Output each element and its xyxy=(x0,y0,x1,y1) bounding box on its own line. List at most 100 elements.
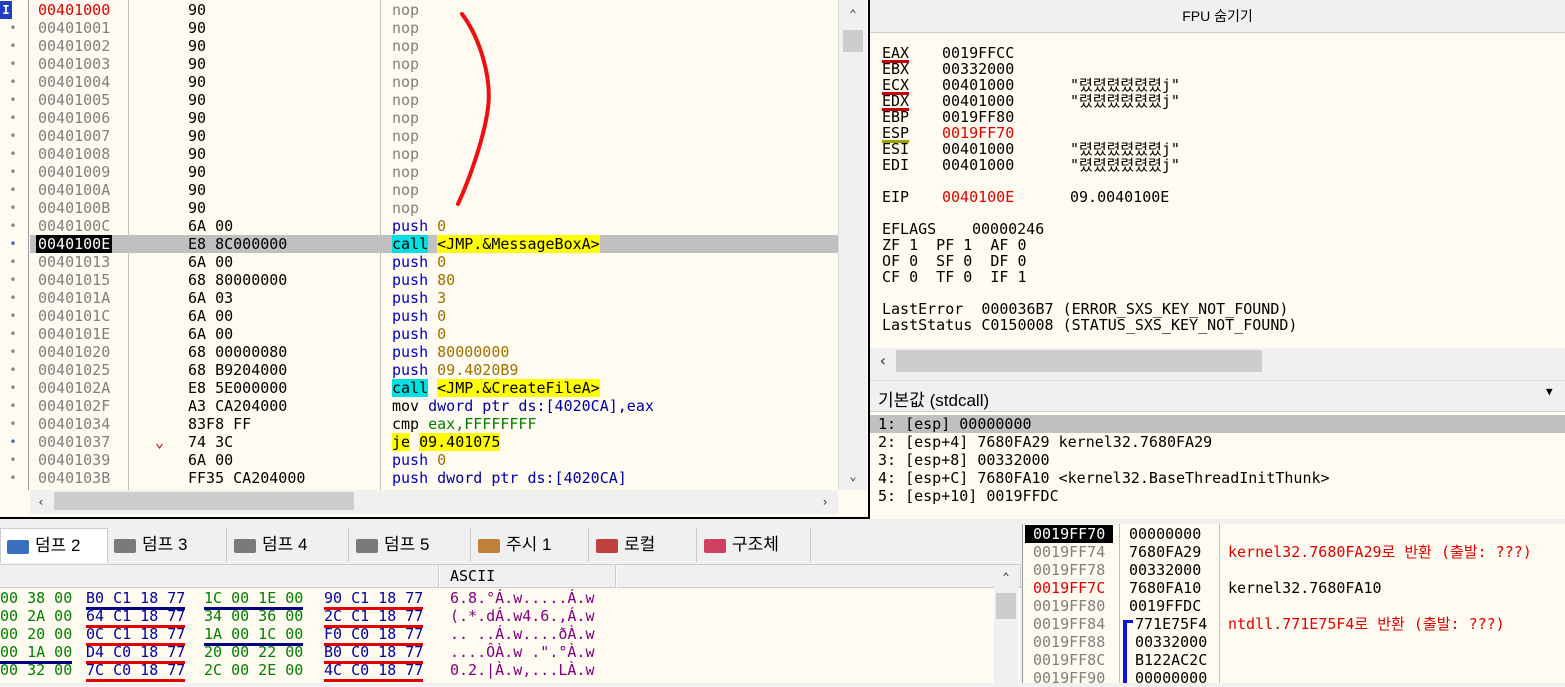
gutter-dot[interactable]: • xyxy=(2,181,24,199)
stack-value[interactable]: 7680FA29 xyxy=(1129,543,1201,561)
gutter-dot[interactable]: • xyxy=(2,109,24,127)
disasm-row[interactable]: 00401039 6A 00 push 0 xyxy=(30,451,838,469)
hscroll-thumb[interactable] xyxy=(54,492,354,510)
hex-bytes-group[interactable]: 00 32 00 xyxy=(0,661,72,679)
disasm-row[interactable]: 00401037 ⌄ 74 3C je 09.401075 xyxy=(30,433,838,451)
stack-row[interactable]: 0019FF90 00000000 xyxy=(1023,669,1565,687)
disasm-horizontal-scrollbar[interactable]: ‹ › xyxy=(30,490,838,514)
register-row-esi[interactable]: ESI 00401000 "렸렸렸렸렸렸j" xyxy=(882,141,1180,157)
disasm-row[interactable]: 00401013 6A 00 push 0 xyxy=(30,253,838,271)
disasm-row[interactable]: 00401034 83F8 FF cmp eax,FFFFFFFF xyxy=(30,415,838,433)
register-row-eax[interactable]: EAX 0019FFCC xyxy=(882,45,1070,61)
fpu-toggle-button[interactable]: FPU 숨기기 xyxy=(870,0,1565,33)
scroll-right-icon[interactable]: › xyxy=(814,492,836,512)
stack-row[interactable]: 0019FF8C B122AC2C xyxy=(1023,651,1565,669)
gutter-dot[interactable]: • xyxy=(2,91,24,109)
disasm-row[interactable]: 0040102A E8 5E000000 call <JMP.&CreateFile… xyxy=(30,379,838,397)
gutter-dot[interactable]: • xyxy=(2,73,24,91)
dump-row[interactable]: 00 38 00 B0 C1 18 77 1C 00 1E 00 90 C1 18 7… xyxy=(0,589,620,610)
ascii-column-header[interactable]: ASCII xyxy=(440,565,616,588)
hex-bytes-group[interactable]: 4C C0 18 77 xyxy=(324,661,424,682)
stack-value[interactable]: 7680FA10 xyxy=(1129,579,1201,597)
ascii-text[interactable]: 6.8.°Á.w.....Á.w xyxy=(450,589,595,607)
flags-row[interactable]: OF 0 SF 0 DF 0 xyxy=(882,253,1027,269)
hex-bytes-group[interactable]: 7C C0 18 77 xyxy=(86,661,186,682)
hex-bytes-group[interactable]: 20 00 22 00 xyxy=(204,643,303,661)
disasm-row[interactable]: 00401003 90 nop xyxy=(30,55,838,73)
disasm-row[interactable]: 0040100C 6A 00 push 0 xyxy=(30,217,838,235)
disasm-row[interactable]: 00401001 90 nop xyxy=(30,19,838,37)
gutter-dot[interactable]: • xyxy=(2,145,24,163)
ascii-text[interactable]: (.*.dÁ.w4.6.,Á.w xyxy=(450,607,595,625)
gutter-dot[interactable]: • xyxy=(2,343,24,361)
disasm-row[interactable]: 00401004 90 nop xyxy=(30,73,838,91)
dump-vertical-scrollbar[interactable]: ⌃ xyxy=(994,565,1018,683)
scroll-up-icon[interactable]: ⌃ xyxy=(842,4,864,24)
memory-dump-panel[interactable]: ASCII 00 38 00 B0 C1 18 77 1C 00 1E 00 90 C… xyxy=(0,565,1021,683)
ascii-text[interactable]: ....ÔÀ.w .".°À.w xyxy=(450,643,595,661)
scroll-down-icon[interactable]: ⌄ xyxy=(842,466,864,486)
register-row-edx[interactable]: EDX 00401000 "렸렸렸렸렸렸j" xyxy=(882,93,1180,109)
disasm-row[interactable]: 00401007 90 nop xyxy=(30,127,838,145)
stack-value[interactable]: B122AC2C xyxy=(1135,651,1207,669)
stack-argument-row[interactable]: 2: [esp+4] 7680FA29 kernel32.7680FA29 xyxy=(878,433,1564,451)
disasm-row[interactable]: 00401020 68 00000080 push 80000000 xyxy=(30,343,838,361)
gutter-dot[interactable]: • xyxy=(2,235,24,253)
hex-bytes-group[interactable]: 34 00 36 00 xyxy=(204,607,303,625)
register-row-ebx[interactable]: EBX 00332000 xyxy=(882,61,1070,77)
register-value[interactable]: 0019FF80 xyxy=(942,109,1070,125)
disasm-row[interactable]: 00401005 90 nop xyxy=(30,91,838,109)
stack-row[interactable]: 0019FF78 00332000 xyxy=(1023,561,1565,579)
dump-scroll-thumb[interactable] xyxy=(996,593,1016,619)
dump-row[interactable]: 00 20 00 0C C1 18 77 1A 00 1C 00 F0 C0 18 7… xyxy=(0,625,620,646)
gutter-dot[interactable]: • xyxy=(2,199,24,217)
gutter-dot[interactable]: • xyxy=(2,163,24,181)
registers-horizontal-scrollbar[interactable]: ‹ xyxy=(870,348,1565,374)
ascii-text[interactable]: .. ..Á.w....ðÀ.w xyxy=(450,625,595,643)
stack-panel[interactable]: 0019FF70 00000000 0019FF74 7680FA29 kernel32… xyxy=(1022,524,1565,687)
regs-hscroll-thumb[interactable] xyxy=(896,350,1262,372)
stack-row[interactable]: 0019FF7C 7680FA10 kernel32.7680FA10 xyxy=(1023,579,1565,597)
disasm-row[interactable]: 0040100B 90 nop xyxy=(30,199,838,217)
tab-4[interactable]: 덤프 5 xyxy=(350,528,471,562)
scroll-left-icon[interactable]: ‹ xyxy=(872,351,894,371)
tab-3[interactable]: 덤프 4 xyxy=(228,528,349,562)
gutter-dot[interactable]: • xyxy=(2,55,24,73)
gutter-dot[interactable]: • xyxy=(2,361,24,379)
gutter-dot[interactable]: • xyxy=(2,127,24,145)
gutter-dot[interactable]: • xyxy=(2,253,24,271)
gutter-dot[interactable]: • xyxy=(2,37,24,55)
register-row-eip[interactable]: EIP 0040100E 09.0040100E xyxy=(882,189,1169,205)
gutter-dot[interactable]: • xyxy=(2,217,24,235)
disassembly-panel[interactable]: I • • • • • • • • • • • • • • • • • • • • • • • • • • 00401000 90 no… xyxy=(0,0,870,519)
stack-value[interactable]: 00332000 xyxy=(1135,633,1207,651)
dump-row[interactable]: 00 32 00 7C C0 18 77 2C 00 2E 00 4C C0 18 7… xyxy=(0,661,620,682)
hex-bytes-group[interactable]: 00 2A 00 xyxy=(0,607,72,625)
disasm-row[interactable]: 00401015 68 80000000 push 80 xyxy=(30,271,838,289)
hex-column-header[interactable] xyxy=(0,565,439,588)
stack-argument-row[interactable]: 3: [esp+8] 00332000 xyxy=(878,451,1564,469)
disasm-row[interactable]: 00401009 90 nop xyxy=(30,163,838,181)
gutter-dot[interactable]: • xyxy=(2,451,24,469)
gutter-dot[interactable]: • xyxy=(2,325,24,343)
register-value[interactable]: 00401000 xyxy=(942,141,1070,157)
disasm-row[interactable]: 0040101A 6A 03 push 3 xyxy=(30,289,838,307)
disasm-row[interactable]: 00401000 90 nop xyxy=(30,1,838,19)
register-row-ecx[interactable]: ECX 00401000 "렸렸렸렸렸렸j" xyxy=(882,77,1180,93)
breakpoint-gutter[interactable]: I • • • • • • • • • • • • • • • • • • • • • • • • • • xyxy=(0,0,29,490)
ascii-text[interactable]: 0.2.|À.w,...LÀ.w xyxy=(450,661,595,679)
gutter-dot[interactable]: • xyxy=(2,415,24,433)
gutter-dot[interactable]: • xyxy=(2,397,24,415)
scroll-thumb[interactable] xyxy=(843,30,863,52)
gutter-dot[interactable]: • xyxy=(2,19,24,37)
register-row-ebp[interactable]: EBP 0019FF80 xyxy=(882,109,1070,125)
stack-row[interactable]: 0019FF70 00000000 xyxy=(1023,525,1565,543)
register-value[interactable]: 0019FF70 xyxy=(942,125,1070,141)
tab-1[interactable]: 덤프 2 xyxy=(0,528,108,563)
register-value[interactable]: 0019FFCC xyxy=(942,45,1070,61)
stack-value[interactable]: 00000000 xyxy=(1135,669,1207,687)
scroll-up-icon[interactable]: ⌃ xyxy=(995,567,1017,587)
gutter-dot[interactable]: • xyxy=(2,433,24,451)
stack-value[interactable]: 00000000 xyxy=(1129,525,1201,543)
stack-row[interactable]: 0019FF88 00332000 xyxy=(1023,633,1565,651)
